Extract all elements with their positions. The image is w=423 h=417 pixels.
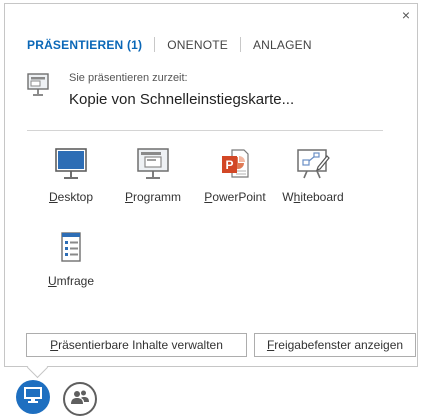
people-icon	[70, 389, 90, 410]
program-icon	[113, 144, 193, 184]
poll-icon	[31, 228, 111, 268]
powerpoint-icon: P	[195, 144, 275, 184]
tab-bar: PRÄSENTIEREN (1) ONENOTE ANLAGEN	[27, 37, 312, 52]
svg-text:P: P	[225, 158, 233, 172]
tab-separator	[239, 37, 241, 52]
close-icon[interactable]: ×	[402, 8, 410, 22]
poll-label: Umfrage	[47, 274, 95, 288]
participants-button[interactable]	[63, 382, 97, 416]
program-icon	[27, 73, 49, 104]
present-popup: × PRÄSENTIEREN (1) ONENOTE ANLAGEN Sie p…	[4, 3, 418, 367]
manage-presentable-content-button[interactable]: Präsentierbare Inhalte verwalten	[26, 333, 247, 357]
current-presentation-caption: Sie präsentieren zurzeit:	[69, 72, 188, 84]
monitor-icon	[23, 386, 43, 409]
tab-attachments[interactable]: ANLAGEN	[253, 38, 312, 52]
desktop-label: Desktop	[48, 190, 94, 204]
present-content-button[interactable]	[16, 380, 50, 414]
powerpoint-label: PowerPoint	[204, 190, 266, 204]
tab-onenote[interactable]: ONENOTE	[167, 38, 228, 52]
tab-present[interactable]: PRÄSENTIEREN (1)	[27, 38, 142, 52]
desktop-option[interactable]: Desktop	[31, 144, 111, 204]
desktop-icon	[31, 144, 111, 184]
program-label: Programm	[124, 190, 182, 204]
whiteboard-label: Whiteboard	[282, 190, 344, 204]
powerpoint-option[interactable]: P PowerPoint	[195, 144, 275, 204]
current-presentation-title: Kopie von Schnelleinstiegskarte...	[69, 91, 295, 108]
tab-separator	[154, 37, 156, 52]
current-presentation: Sie präsentieren zurzeit: Kopie von Schn…	[27, 69, 294, 108]
poll-option[interactable]: Umfrage	[31, 228, 111, 288]
show-sharing-window-button[interactable]: Freigabefenster anzeigen	[254, 333, 416, 357]
divider	[27, 130, 383, 131]
whiteboard-option[interactable]: Whiteboard	[273, 144, 353, 204]
whiteboard-icon	[273, 144, 353, 184]
program-option[interactable]: Programm	[113, 144, 193, 204]
